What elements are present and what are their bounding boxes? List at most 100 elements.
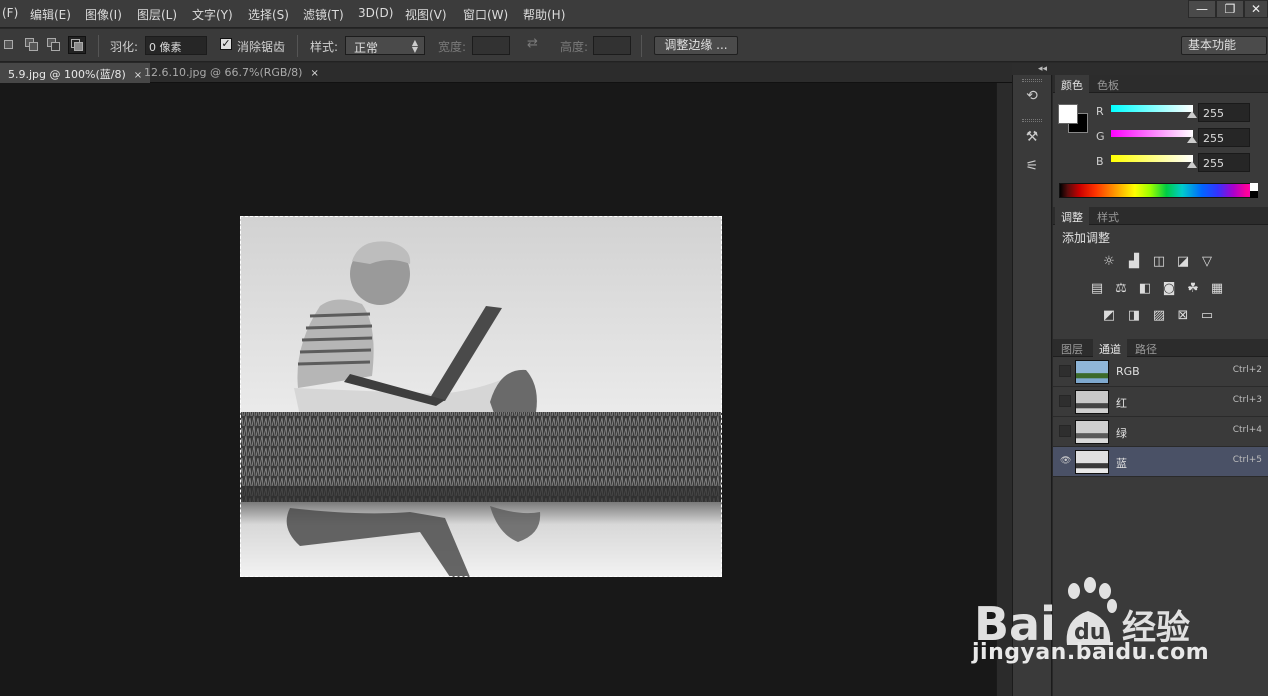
white-swatch[interactable]: [1250, 183, 1258, 191]
separator: [297, 35, 298, 57]
menu-image[interactable]: 图像(I): [85, 6, 122, 23]
visibility-toggle[interactable]: [1059, 425, 1071, 437]
menu-window[interactable]: 窗口(W): [463, 6, 508, 23]
channel-shortcut: Ctrl+5: [1232, 455, 1262, 465]
visibility-toggle[interactable]: [1059, 395, 1071, 407]
brightness-icon[interactable]: ☼: [1100, 254, 1118, 270]
green-value-input[interactable]: 255: [1198, 128, 1250, 147]
restore-button[interactable]: ❐: [1216, 0, 1244, 18]
swap-icon[interactable]: ⇄: [527, 36, 538, 51]
channel-mixer-icon[interactable]: ☘: [1184, 281, 1202, 297]
tab-channels[interactable]: 通道: [1093, 339, 1127, 357]
menu-filter[interactable]: 滤镜(T): [303, 6, 344, 23]
tab-adjustments[interactable]: 调整: [1055, 207, 1089, 225]
style-select-value: 正常: [354, 41, 379, 55]
channel-row-red[interactable]: 红 Ctrl+3: [1053, 387, 1268, 417]
collapse-panels-icon[interactable]: ◂◂: [1012, 63, 1268, 75]
feather-label: 羽化:: [110, 40, 139, 54]
minimize-button[interactable]: —: [1188, 0, 1216, 18]
style-label: 样式:: [310, 40, 339, 54]
channel-b-label: B: [1096, 155, 1104, 168]
tab-color[interactable]: 颜色: [1055, 75, 1089, 93]
subtract-selection-icon[interactable]: [46, 36, 64, 54]
invert-icon[interactable]: ◩: [1100, 308, 1118, 324]
history-icon[interactable]: ⟲: [1020, 88, 1044, 108]
blue-slider[interactable]: [1111, 155, 1193, 162]
tab-swatches[interactable]: 色板: [1091, 75, 1125, 93]
posterize-icon[interactable]: ◨: [1125, 308, 1143, 324]
channel-thumbnail: [1075, 420, 1109, 444]
grip-icon: [1022, 119, 1042, 122]
red-value-input[interactable]: 255: [1198, 103, 1250, 122]
color-spectrum-ramp[interactable]: [1059, 183, 1258, 198]
curves-icon[interactable]: ◫: [1150, 254, 1168, 270]
brush-presets-icon[interactable]: ⚒: [1020, 129, 1044, 149]
menu-bar: (F) 编辑(E) 图像(I) 图层(L) 文字(Y) 选择(S) 滤镜(T) …: [0, 0, 1268, 28]
eye-icon[interactable]: 👁: [1059, 455, 1071, 467]
gradient-map-icon[interactable]: ▭: [1198, 308, 1216, 324]
threshold-icon[interactable]: ▨: [1150, 308, 1168, 324]
channel-name: 红: [1116, 397, 1127, 410]
slider-thumb[interactable]: [1187, 111, 1197, 118]
options-bar: 羽化: 0 像素 ✓ 消除锯齿 样式: 正常 ▲ ▼ 宽度: ⇄ 高度: 调整边缘…: [0, 29, 1268, 62]
channel-row-green[interactable]: 绿 Ctrl+4: [1053, 417, 1268, 447]
tab-layers[interactable]: 图层: [1055, 339, 1089, 357]
levels-icon[interactable]: ▟: [1125, 254, 1143, 270]
channel-name: 蓝: [1116, 457, 1127, 470]
menu-view[interactable]: 视图(V): [405, 6, 447, 23]
exposure-icon[interactable]: ◪: [1174, 254, 1192, 270]
tab-title: 12.6.10.jpg @ 66.7%(RGB/8): [144, 66, 303, 79]
vibrance-icon[interactable]: ▽: [1198, 254, 1216, 270]
selective-color-icon[interactable]: ⊠: [1174, 308, 1192, 324]
channel-thumbnail: [1075, 360, 1109, 384]
visibility-toggle[interactable]: [1059, 365, 1071, 377]
photo-filter-icon[interactable]: ◙: [1160, 281, 1178, 297]
tab-title: 5.9.jpg @ 100%(蓝/8): [8, 68, 126, 81]
document-tabs: 5.9.jpg @ 100%(蓝/8) × 12.6.10.jpg @ 66.7%…: [0, 63, 1012, 83]
tab-document-1[interactable]: 5.9.jpg @ 100%(蓝/8) ×: [0, 63, 151, 83]
selection-marquee: [240, 216, 722, 577]
channel-row-rgb[interactable]: RGB Ctrl+2: [1053, 357, 1268, 387]
height-label: 高度:: [560, 40, 589, 54]
watermark-url: jingyan.baidu.com: [972, 640, 1210, 665]
foreground-color-swatch[interactable]: [1058, 104, 1078, 124]
menu-file[interactable]: (F): [2, 6, 18, 20]
close-window-button[interactable]: ✕: [1244, 0, 1268, 18]
add-to-selection-icon[interactable]: [24, 36, 42, 54]
menu-help[interactable]: 帮助(H): [523, 6, 565, 23]
tab-styles[interactable]: 样式: [1091, 207, 1125, 225]
height-input[interactable]: [593, 36, 631, 55]
slider-thumb[interactable]: [1187, 161, 1197, 168]
menu-layer[interactable]: 图层(L): [137, 6, 177, 23]
antialias-checkbox[interactable]: ✓: [220, 38, 232, 50]
workspace-switcher[interactable]: 基本功能: [1181, 36, 1267, 55]
tool-presets-icon[interactable]: ⚟: [1020, 158, 1044, 178]
grip-icon: [1022, 79, 1042, 82]
channel-g-label: G: [1096, 130, 1105, 143]
green-slider[interactable]: [1111, 130, 1193, 137]
close-tab-icon[interactable]: ×: [310, 68, 318, 79]
menu-select[interactable]: 选择(S): [248, 6, 289, 23]
refine-edge-button[interactable]: 调整边缘 ...: [654, 36, 738, 55]
intersect-selection-icon[interactable]: [68, 36, 86, 54]
channel-r-label: R: [1096, 105, 1104, 118]
menu-type[interactable]: 文字(Y): [192, 6, 233, 23]
menu-edit[interactable]: 编辑(E): [30, 6, 71, 23]
black-white-icon[interactable]: ◧: [1136, 281, 1154, 297]
separator: [98, 35, 99, 57]
black-swatch[interactable]: [1250, 191, 1258, 198]
tab-paths[interactable]: 路径: [1129, 339, 1163, 357]
width-input[interactable]: [472, 36, 510, 55]
style-select[interactable]: 正常 ▲ ▼: [345, 36, 425, 55]
color-lookup-icon[interactable]: ▦: [1208, 281, 1226, 297]
hue-saturation-icon[interactable]: ▤: [1088, 281, 1106, 297]
new-selection-icon[interactable]: [2, 36, 20, 54]
red-slider[interactable]: [1111, 105, 1193, 112]
channel-row-blue[interactable]: 👁 蓝 Ctrl+5: [1053, 447, 1268, 477]
slider-thumb[interactable]: [1187, 136, 1197, 143]
menu-3d[interactable]: 3D(D): [358, 6, 393, 20]
feather-input[interactable]: 0 像素: [145, 36, 207, 55]
tab-document-2[interactable]: 12.6.10.jpg @ 66.7%(RGB/8) ×: [136, 63, 327, 83]
color-balance-icon[interactable]: ⚖: [1112, 281, 1130, 297]
blue-value-input[interactable]: 255: [1198, 153, 1250, 172]
